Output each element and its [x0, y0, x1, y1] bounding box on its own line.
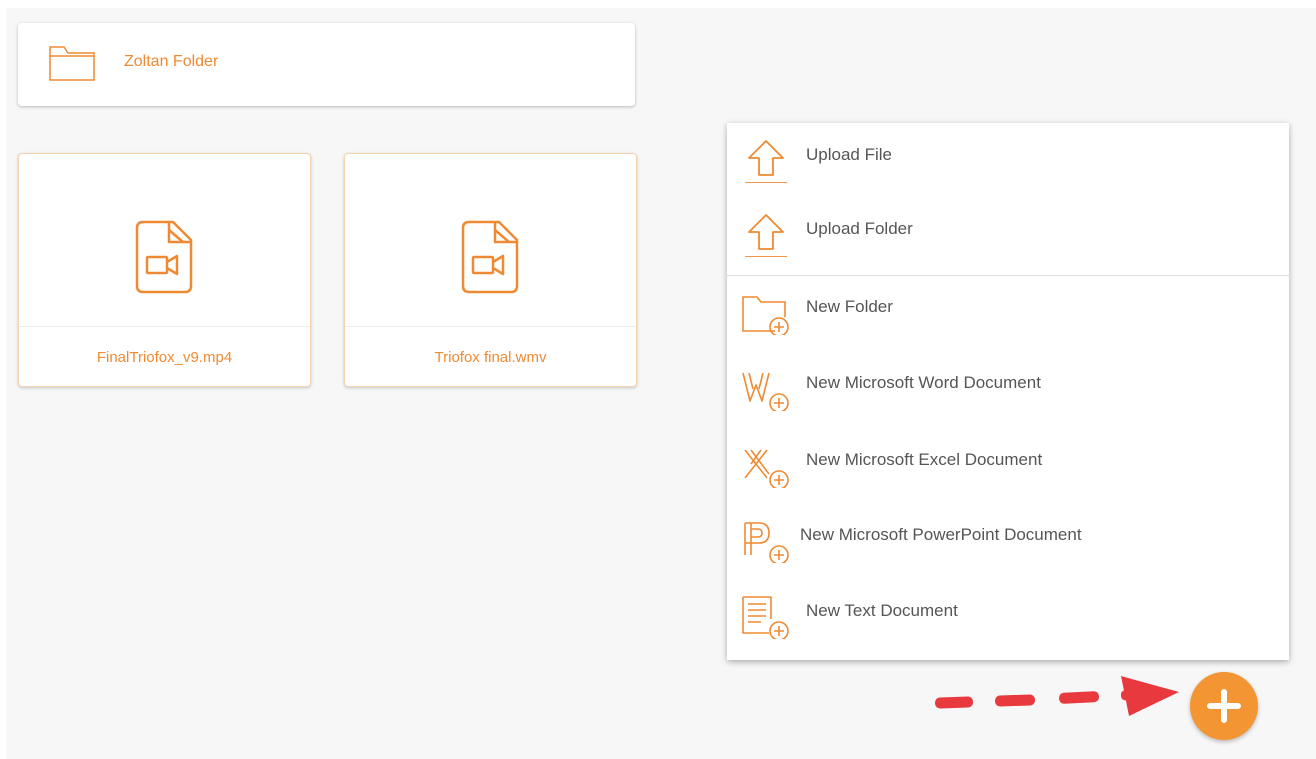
- upload-icon: [741, 133, 791, 184]
- card-divider: [19, 326, 310, 327]
- menu-item-label: New Folder: [806, 297, 893, 316]
- menu-item-label: New Microsoft PowerPoint Document: [800, 525, 1082, 544]
- menu-item-new-word[interactable]: New Microsoft Word Document: [727, 351, 1289, 421]
- dashed-arrow-annotation: [935, 676, 1179, 716]
- word-doc-icon: [741, 361, 791, 413]
- menu-item-label: New Microsoft Word Document: [806, 373, 1041, 392]
- file-thumbnail: [19, 154, 310, 326]
- video-file-icon: [461, 220, 519, 294]
- menu-item-upload-folder[interactable]: Upload Folder: [727, 197, 1289, 267]
- text-doc-icon: [741, 589, 791, 641]
- new-folder-icon: [741, 285, 791, 337]
- menu-item-label: New Text Document: [806, 601, 958, 620]
- plus-icon: [1207, 689, 1241, 723]
- menu-item-upload-file[interactable]: Upload File: [727, 123, 1289, 193]
- menu-item-label: Upload File: [806, 145, 892, 164]
- excel-doc-icon: [741, 438, 791, 490]
- menu-item-new-folder[interactable]: New Folder: [727, 275, 1289, 345]
- menu-item-new-powerpoint[interactable]: New Microsoft PowerPoint Document: [727, 503, 1289, 573]
- card-divider: [345, 326, 636, 327]
- menu-item-new-excel[interactable]: New Microsoft Excel Document: [727, 428, 1289, 498]
- folder-card-zoltan[interactable]: Zoltan Folder: [18, 23, 635, 106]
- menu-item-new-text[interactable]: New Text Document: [727, 579, 1289, 649]
- file-card-triofox-final[interactable]: Triofox final.wmv: [344, 153, 637, 387]
- folder-name: Zoltan Folder: [124, 53, 219, 70]
- menu-item-label: Upload Folder: [806, 219, 913, 238]
- file-name: FinalTriofox_v9.mp4: [96, 349, 233, 366]
- new-item-menu: Upload File Upload Folder New Folder New…: [727, 123, 1289, 660]
- powerpoint-doc-icon: [741, 513, 791, 565]
- file-thumbnail: [345, 154, 636, 326]
- folder-icon: [48, 43, 96, 88]
- add-new-button[interactable]: [1190, 672, 1258, 740]
- upload-icon: [741, 207, 791, 258]
- menu-item-label: New Microsoft Excel Document: [806, 450, 1043, 469]
- file-card-finaltriofox[interactable]: FinalTriofox_v9.mp4: [18, 153, 311, 387]
- video-file-icon: [135, 220, 193, 294]
- file-name: Triofox final.wmv: [434, 349, 547, 366]
